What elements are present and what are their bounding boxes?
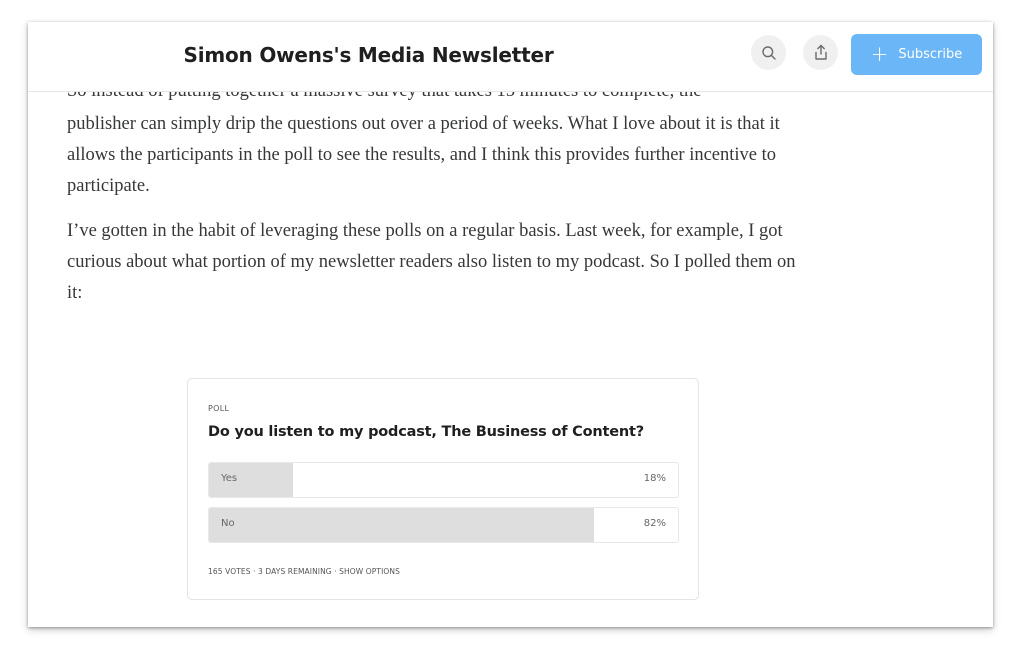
subscribe-label: Subscribe	[898, 47, 963, 62]
browser-window: So instead of putting together a massive…	[28, 22, 993, 627]
poll-card: POLL Do you listen to my podcast, The Bu…	[187, 378, 699, 600]
poll-option-percent: 82%	[643, 518, 666, 529]
article-paragraph-1: publisher can simply drip the questions …	[67, 114, 780, 196]
poll-option-bar	[209, 508, 594, 542]
poll-option-no[interactable]: No 82%	[208, 507, 679, 543]
publication-title[interactable]: Simon Owens's Media Newsletter	[28, 43, 709, 67]
search-icon	[761, 45, 777, 61]
poll-kicker: POLL	[208, 404, 230, 413]
search-button[interactable]	[751, 35, 786, 70]
poll-question: Do you listen to my podcast, The Busines…	[208, 424, 644, 440]
share-button[interactable]	[803, 35, 838, 70]
poll-option-yes[interactable]: Yes 18%	[208, 462, 679, 498]
poll-option-percent: 18%	[643, 473, 666, 484]
subscribe-button[interactable]: + Subscribe	[851, 34, 982, 75]
poll-footer[interactable]: 165 VOTES · 3 DAYS REMAINING · SHOW OPTI…	[208, 567, 400, 576]
share-icon	[813, 44, 829, 61]
poll-option-label: Yes	[221, 473, 238, 484]
article-body: So instead of putting together a massive…	[67, 76, 807, 323]
publication-header: Simon Owens's Media Newsletter + Subscri…	[28, 22, 993, 92]
article-paragraph-2: I’ve gotten in the habit of leveraging t…	[67, 221, 796, 303]
plus-icon: +	[870, 42, 889, 66]
poll-option-label: No	[221, 518, 235, 529]
